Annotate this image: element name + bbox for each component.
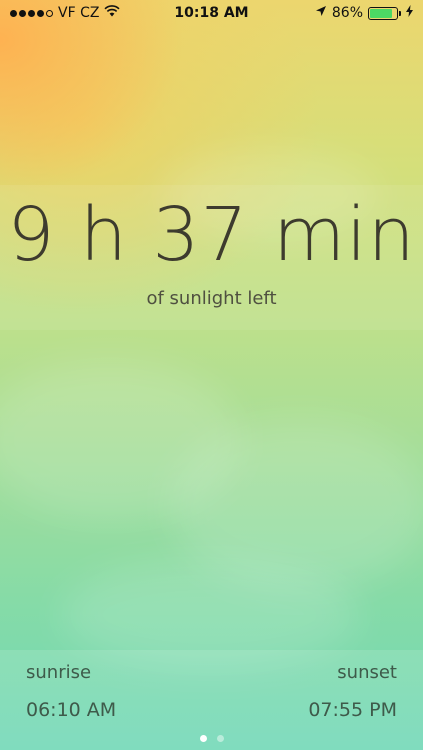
- signal-dot: [19, 9, 26, 17]
- status-time: 10:18 AM: [174, 5, 249, 21]
- sunset-label: sunset: [337, 662, 397, 683]
- signal-dot: [28, 9, 35, 17]
- sunlight-remaining-caption: of sunlight left: [146, 288, 277, 309]
- sunset-time: 07:55 PM: [308, 699, 397, 721]
- signal-dot: [46, 9, 53, 17]
- page-dot-1[interactable]: [199, 735, 207, 742]
- sunrise-time: 06:10 AM: [26, 699, 117, 721]
- signal-strength-icon: [10, 9, 53, 17]
- signal-dot: [37, 9, 44, 17]
- status-left-group: VF CZ: [10, 5, 121, 21]
- app-screen: VF CZ 10:18 AM 86% 9 h 37 min of sunligh…: [0, 0, 423, 750]
- sunlight-remaining-value: 9 h 37 min: [7, 192, 416, 278]
- page-indicator[interactable]: [0, 735, 423, 742]
- page-dot-2[interactable]: [216, 735, 224, 742]
- location-arrow-icon: [315, 5, 327, 21]
- battery-level: [370, 8, 393, 18]
- status-bar: VF CZ 10:18 AM 86%: [0, 0, 423, 26]
- status-right-group: 86%: [315, 5, 413, 21]
- battery-icon: [368, 6, 401, 20]
- charging-bolt-icon: [406, 5, 413, 21]
- battery-percent: 86%: [331, 5, 363, 21]
- wifi-icon: [104, 5, 121, 21]
- signal-dot: [10, 9, 17, 17]
- sunrise-label: sunrise: [26, 662, 92, 683]
- carrier-name: VF CZ: [58, 5, 100, 21]
